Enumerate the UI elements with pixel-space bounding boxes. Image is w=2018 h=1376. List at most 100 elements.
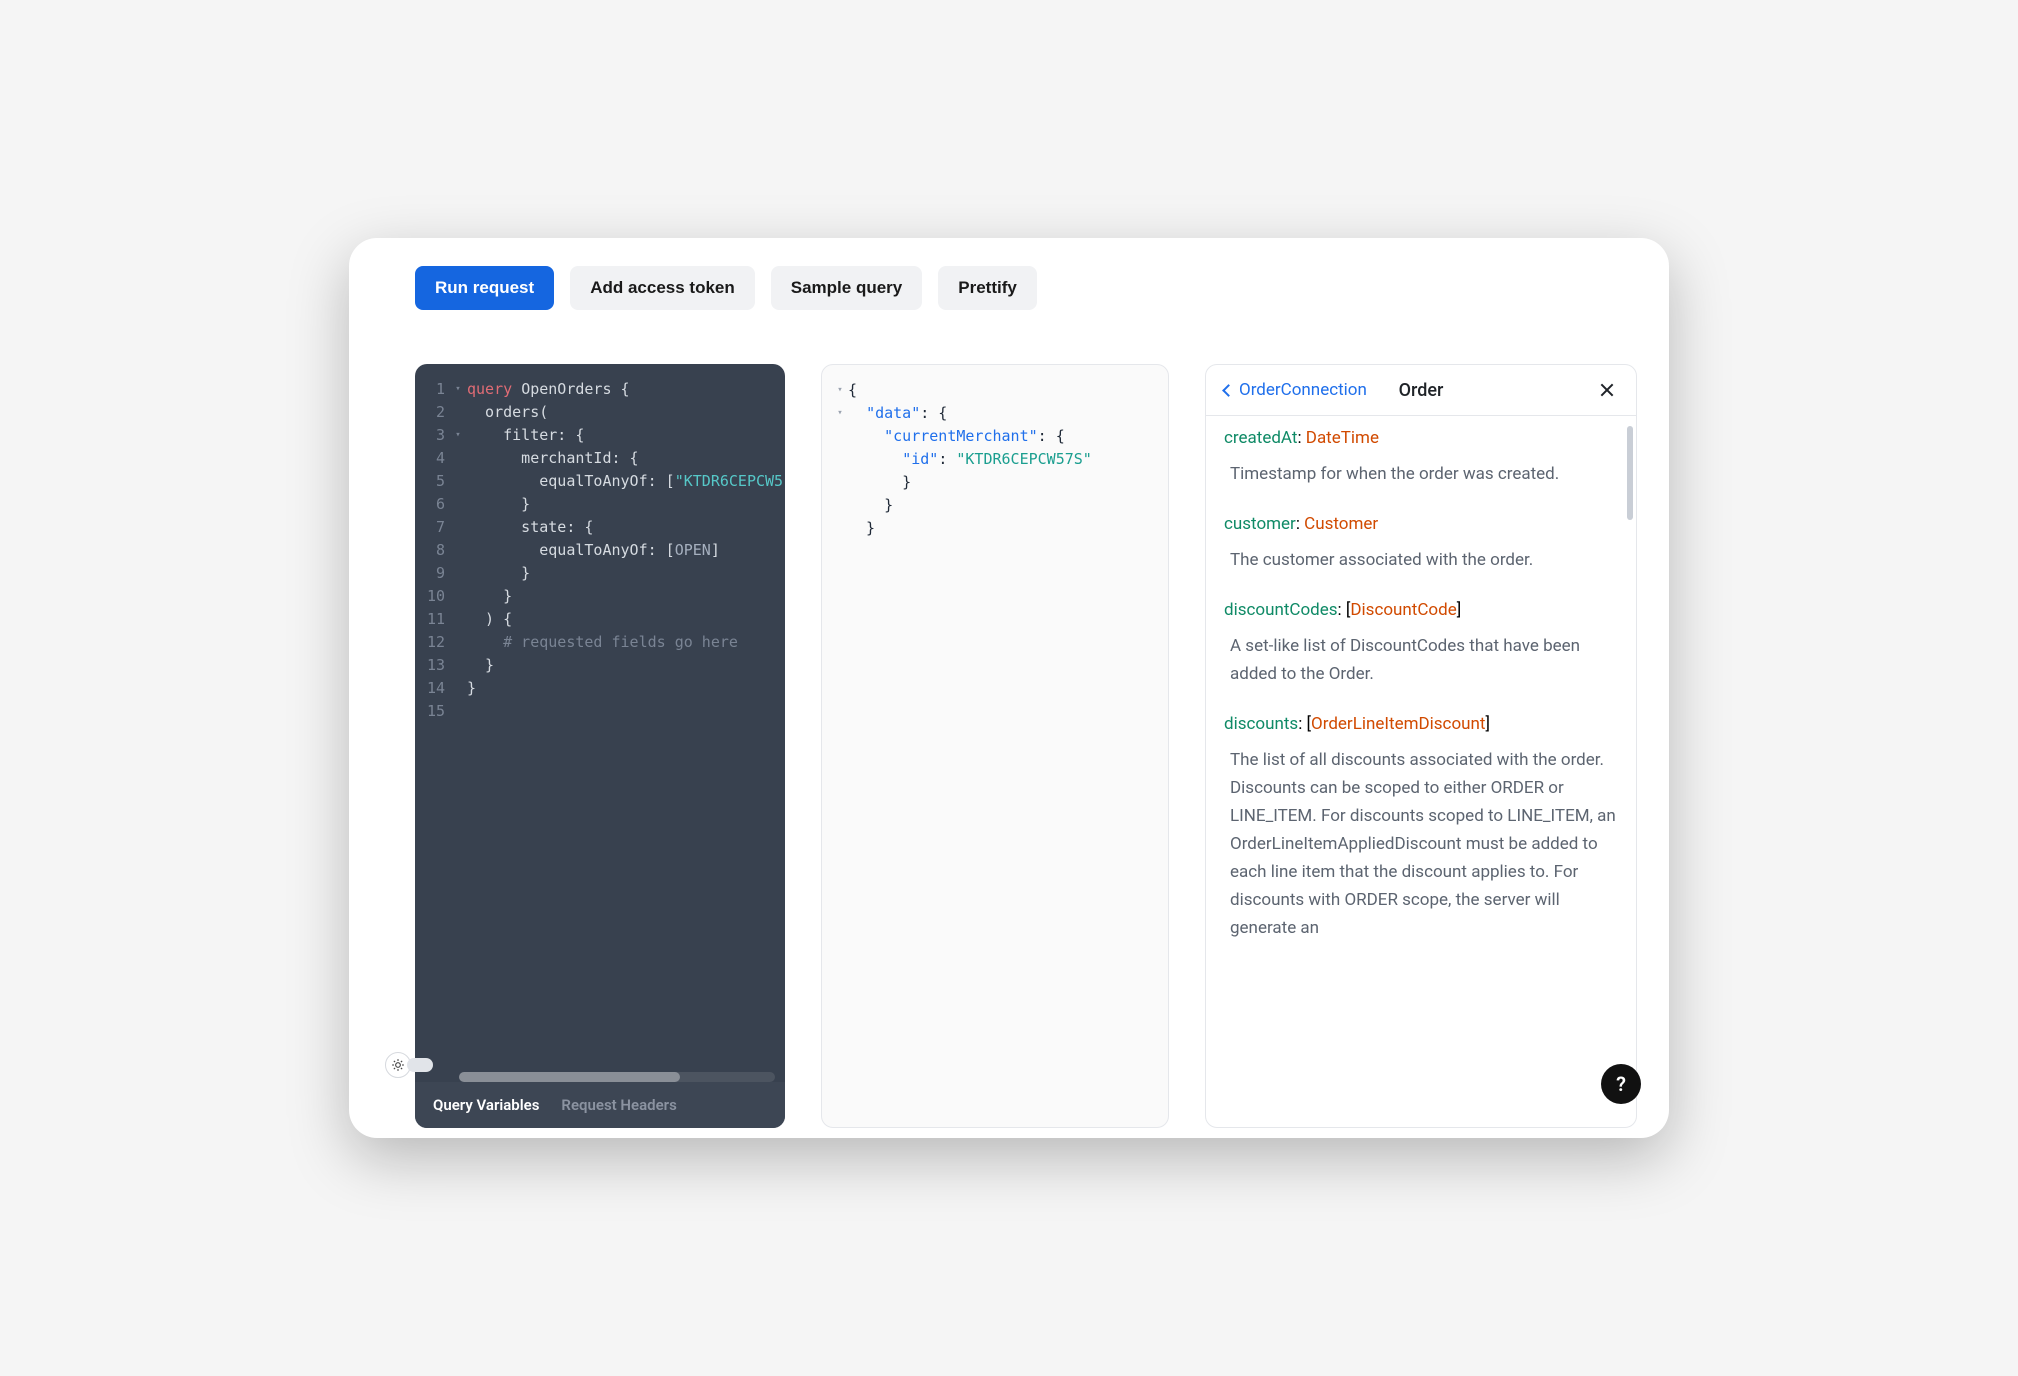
editor-line[interactable]: 12 # requested fields go here: [421, 631, 785, 654]
editor-line[interactable]: 11 ) {: [421, 608, 785, 631]
fold-toggle: [451, 654, 465, 677]
theme-toggle-track[interactable]: [407, 1058, 433, 1072]
editor-line[interactable]: 3▾ filter: {: [421, 424, 785, 447]
field-description: A set-like list of DiscountCodes that ha…: [1224, 632, 1618, 688]
code-text: }: [465, 562, 785, 585]
add-access-token-button[interactable]: Add access token: [570, 266, 755, 310]
code-text: }: [465, 493, 785, 516]
editor-line[interactable]: 14}: [421, 677, 785, 700]
code-text: query OpenOrders {: [465, 378, 785, 401]
help-button[interactable]: ?: [1601, 1064, 1641, 1104]
response-panel: ▾{▾ "data": { "currentMerchant": { "id":…: [821, 364, 1169, 1128]
field-signature[interactable]: customer: Customer: [1224, 514, 1618, 534]
chevron-left-icon: [1222, 384, 1235, 397]
panels-container: 1▾query OpenOrders {2 orders(3▾ filter: …: [349, 320, 1669, 1138]
editor-line[interactable]: 5 equalToAnyOf: ["KTDR6CEPCW5: [421, 470, 785, 493]
editor-line[interactable]: 15: [421, 700, 785, 723]
line-number: 15: [421, 700, 451, 723]
code-text: }: [465, 585, 785, 608]
response-line: ▾{: [832, 379, 1158, 402]
response-text: }: [848, 494, 1158, 517]
field-type-link[interactable]: DateTime: [1306, 428, 1379, 448]
run-request-button[interactable]: Run request: [415, 266, 554, 310]
line-number: 10: [421, 585, 451, 608]
code-text: # requested fields go here: [465, 631, 785, 654]
field-name[interactable]: discounts: [1224, 714, 1298, 734]
tab-request-headers[interactable]: Request Headers: [561, 1096, 676, 1114]
sample-query-button[interactable]: Sample query: [771, 266, 923, 310]
response-viewer[interactable]: ▾{▾ "data": { "currentMerchant": { "id":…: [822, 365, 1168, 554]
code-text: }: [465, 654, 785, 677]
fold-toggle: [451, 470, 465, 493]
line-number: 9: [421, 562, 451, 585]
line-number: 7: [421, 516, 451, 539]
response-text: "data": {: [848, 402, 1158, 425]
field-name[interactable]: discountCodes: [1224, 600, 1338, 620]
code-text: state: {: [465, 516, 785, 539]
editor-line[interactable]: 9 }: [421, 562, 785, 585]
code-text: }: [465, 677, 785, 700]
field-signature[interactable]: createdAt: DateTime: [1224, 428, 1618, 448]
fold-toggle: [451, 585, 465, 608]
editor-line[interactable]: 1▾query OpenOrders {: [421, 378, 785, 401]
field-signature[interactable]: discounts: [OrderLineItemDiscount]: [1224, 714, 1618, 734]
fold-toggle: [451, 493, 465, 516]
editor-scrollbar-thumb[interactable]: [459, 1072, 680, 1082]
line-number: 5: [421, 470, 451, 493]
code-text: equalToAnyOf: ["KTDR6CEPCW5: [465, 470, 785, 493]
response-line: "currentMerchant": {: [832, 425, 1158, 448]
response-line: }: [832, 494, 1158, 517]
editor-line[interactable]: 10 }: [421, 585, 785, 608]
fold-toggle: [451, 447, 465, 470]
fold-toggle: [832, 448, 848, 471]
docs-field: customer: Customer The customer associate…: [1224, 514, 1618, 574]
code-text: merchantId: {: [465, 447, 785, 470]
field-signature[interactable]: discountCodes: [DiscountCode]: [1224, 600, 1618, 620]
response-text: "currentMerchant": {: [848, 425, 1158, 448]
docs-title: Order: [1399, 380, 1444, 401]
code-text: filter: {: [465, 424, 785, 447]
editor-line[interactable]: 6 }: [421, 493, 785, 516]
docs-back-button[interactable]: OrderConnection: [1224, 380, 1367, 400]
editor-line[interactable]: 13 }: [421, 654, 785, 677]
line-number: 2: [421, 401, 451, 424]
docs-field: discountCodes: [DiscountCode] A set-like …: [1224, 600, 1618, 688]
app-window: Run request Add access token Sample quer…: [349, 238, 1669, 1138]
field-description: The customer associated with the order.: [1224, 546, 1618, 574]
field-name[interactable]: createdAt: [1224, 428, 1297, 448]
editor-line[interactable]: 7 state: {: [421, 516, 785, 539]
field-type-link[interactable]: DiscountCode: [1350, 600, 1456, 620]
theme-toggle[interactable]: [385, 1052, 433, 1078]
prettify-button[interactable]: Prettify: [938, 266, 1037, 310]
docs-scrollbar-thumb[interactable]: [1627, 426, 1633, 520]
editor-line[interactable]: 8 equalToAnyOf: [OPEN]: [421, 539, 785, 562]
response-text: }: [848, 471, 1158, 494]
response-line: }: [832, 517, 1158, 540]
response-line: "id": "KTDR6CEPCW57S": [832, 448, 1158, 471]
editor-line[interactable]: 2 orders(: [421, 401, 785, 424]
editor-line[interactable]: 4 merchantId: {: [421, 447, 785, 470]
response-line: ▾ "data": {: [832, 402, 1158, 425]
fold-toggle: [832, 494, 848, 517]
line-number: 1: [421, 378, 451, 401]
close-icon: [1599, 382, 1615, 398]
code-text: orders(: [465, 401, 785, 424]
field-description: Timestamp for when the order was created…: [1224, 460, 1618, 488]
field-name[interactable]: customer: [1224, 514, 1296, 534]
editor-horizontal-scrollbar[interactable]: [459, 1072, 775, 1082]
fold-toggle[interactable]: ▾: [451, 378, 465, 401]
docs-close-button[interactable]: [1596, 379, 1618, 401]
field-type-link[interactable]: Customer: [1304, 514, 1378, 534]
tab-query-variables[interactable]: Query Variables: [433, 1096, 539, 1114]
editor-bottom-tabs: Query Variables Request Headers: [415, 1082, 785, 1128]
fold-toggle[interactable]: ▾: [451, 424, 465, 447]
line-number: 13: [421, 654, 451, 677]
field-type-link[interactable]: OrderLineItemDiscount: [1311, 714, 1485, 734]
fold-toggle: [451, 608, 465, 631]
query-editor[interactable]: 1▾query OpenOrders {2 orders(3▾ filter: …: [415, 364, 785, 1072]
line-number: 11: [421, 608, 451, 631]
fold-toggle[interactable]: ▾: [832, 402, 848, 425]
docs-field: discounts: [OrderLineItemDiscount]The li…: [1224, 714, 1618, 942]
fold-toggle[interactable]: ▾: [832, 379, 848, 402]
docs-body[interactable]: createdAt: DateTime Timestamp for when th…: [1206, 416, 1636, 1127]
